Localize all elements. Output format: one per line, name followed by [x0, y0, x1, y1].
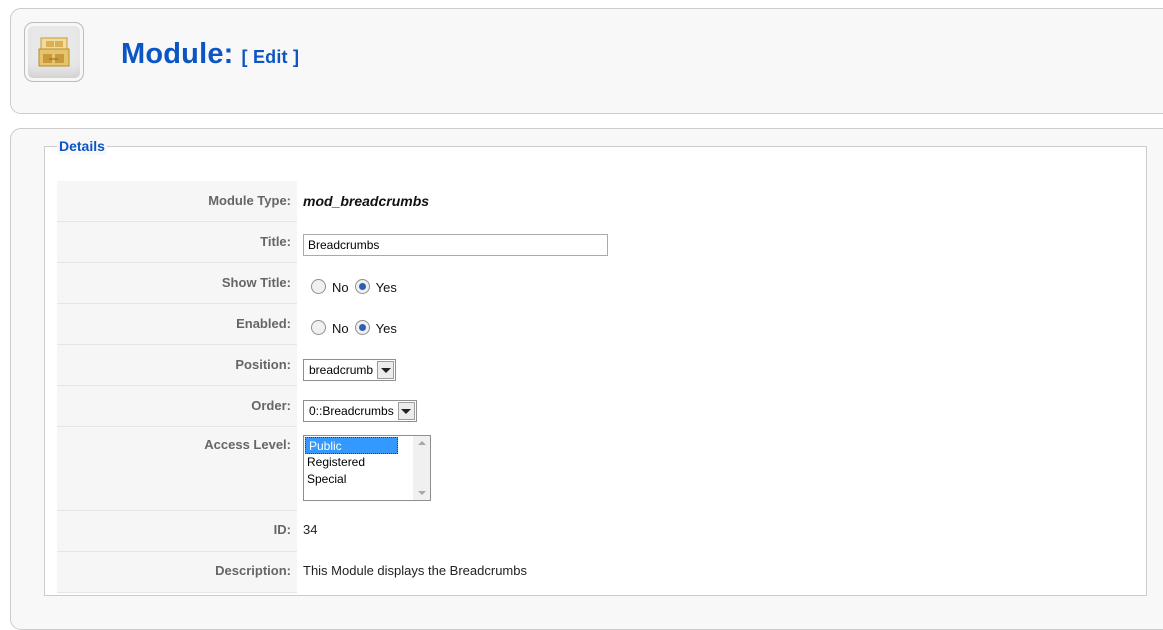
row-show-title: Show Title: No Yes: [57, 263, 1137, 304]
show-title-yes-radio[interactable]: [354, 279, 370, 294]
details-legend: Details: [57, 137, 107, 155]
enabled-no-label: No: [332, 321, 349, 336]
scroll-up-icon[interactable]: [417, 441, 426, 445]
row-title: Title:: [57, 222, 1137, 263]
order-label: Order:: [57, 386, 297, 427]
enabled-yes-radio[interactable]: [354, 320, 370, 335]
row-access-level: Access Level: Public Registered Special: [57, 427, 1137, 511]
row-enabled: Enabled: No Yes: [57, 304, 1137, 345]
order-select[interactable]: 0::Breadcrumbs: [303, 400, 417, 422]
position-select[interactable]: breadcrumb: [303, 359, 397, 381]
show-title-label: Show Title:: [57, 263, 297, 304]
enabled-no-radio[interactable]: [311, 320, 326, 335]
title-label: Title:: [57, 222, 297, 263]
row-module-type: Module Type: mod_breadcrumbs: [57, 181, 1137, 222]
module-icon: [24, 22, 84, 82]
access-level-listbox[interactable]: Public Registered Special: [303, 435, 431, 501]
module-type-text: mod_breadcrumbs: [303, 193, 430, 209]
row-position: Position: breadcrumb: [57, 345, 1137, 386]
page-subtitle: [ Edit ]: [241, 47, 300, 67]
show-title-no-label: No: [332, 280, 349, 295]
id-text: 34: [303, 522, 318, 537]
show-title-yes-label: Yes: [375, 280, 397, 295]
chevron-down-icon[interactable]: [377, 361, 395, 379]
scroll-down-icon[interactable]: [417, 491, 426, 495]
access-level-option-special[interactable]: Special: [304, 471, 397, 488]
order-selected-value: 0::Breadcrumbs: [309, 404, 394, 418]
access-level-label: Access Level:: [57, 427, 297, 511]
title-input[interactable]: [303, 234, 608, 256]
position-selected-value: breadcrumb: [309, 363, 374, 377]
module-type-label: Module Type:: [57, 181, 297, 222]
access-level-option-registered[interactable]: Registered: [304, 454, 397, 471]
access-level-option-public[interactable]: Public: [305, 437, 398, 454]
enabled-label: Enabled:: [57, 304, 297, 345]
row-description: Description: This Module displays the Br…: [57, 552, 1137, 593]
chevron-down-icon[interactable]: [397, 402, 415, 420]
row-order: Order: 0::Breadcrumbs: [57, 386, 1137, 427]
page-title-text: Module:: [121, 38, 234, 70]
show-title-no-radio[interactable]: [311, 279, 326, 294]
description-text: This Module displays the Breadcrumbs: [303, 563, 527, 578]
page-title: Module: [ Edit ]: [121, 38, 299, 71]
id-label: ID:: [57, 511, 297, 552]
enabled-yes-label: Yes: [375, 321, 397, 336]
row-id: ID: 34: [57, 511, 1137, 552]
description-label: Description:: [57, 552, 297, 593]
position-label: Position:: [57, 345, 297, 386]
access-level-scrollbar[interactable]: [413, 436, 430, 500]
details-fieldset: Details Module Type: mod_breadcrumbs Tit…: [44, 137, 1147, 596]
